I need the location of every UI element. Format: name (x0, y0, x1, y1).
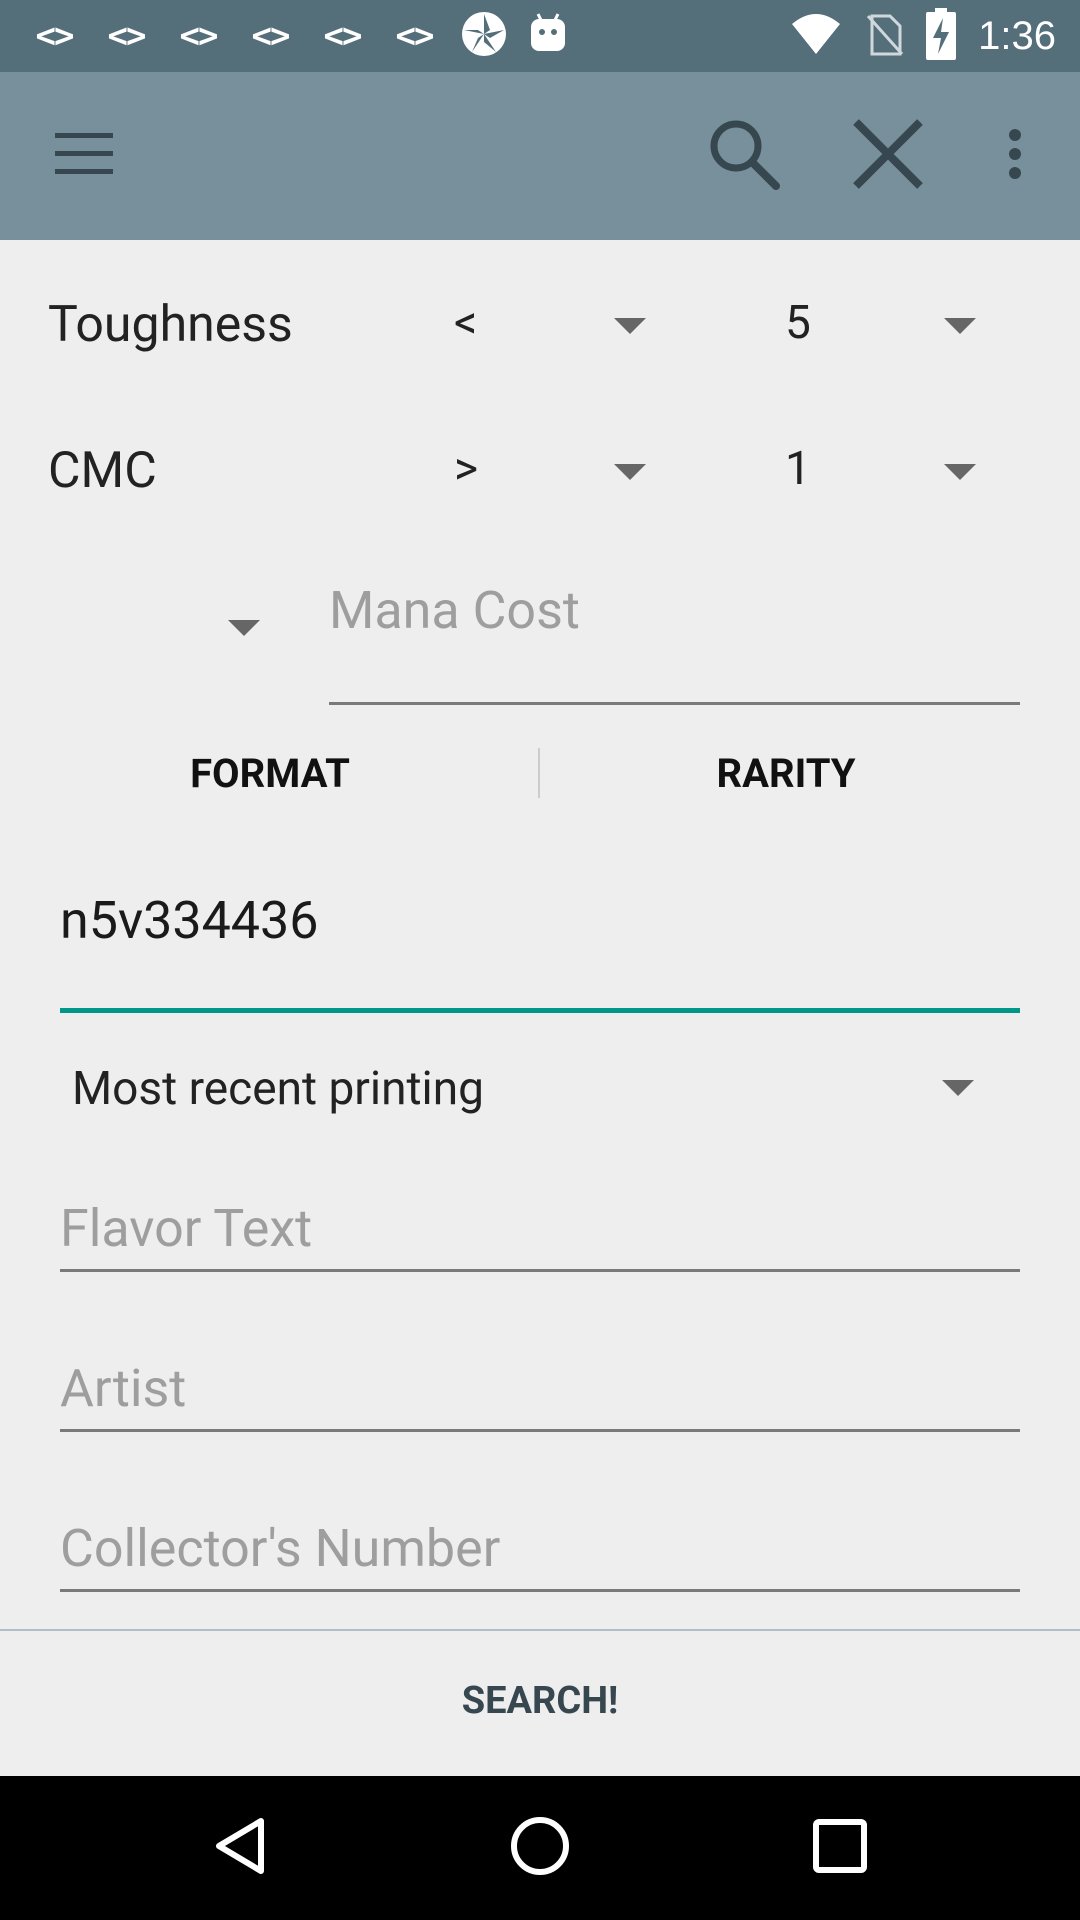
search-submit-button[interactable]: SEARCH! (0, 1679, 1080, 1723)
toughness-value: 5 (785, 296, 811, 350)
cmc-operator-value: > (454, 442, 479, 496)
notification-icons: <> <> <> <> <> <> (28, 12, 568, 60)
clock: 1:36 (978, 13, 1056, 58)
toughness-operator-spinner[interactable]: < (440, 280, 660, 370)
search-icon (706, 116, 782, 196)
input-underline (60, 1008, 1020, 1013)
search-form: Toughness < 5 CMC > 1 Mana Cost FORMAT R… (0, 240, 1080, 1630)
tab-format[interactable]: FORMAT (0, 750, 540, 797)
search-button[interactable] (690, 72, 798, 240)
camera-shutter-icon (460, 10, 508, 62)
dropdown-arrow-icon (944, 464, 976, 480)
mana-cost-operator-spinner[interactable] (140, 570, 280, 660)
android-icon (528, 10, 568, 62)
mana-cost-input[interactable]: Mana Cost (329, 580, 1020, 706)
app-bar (0, 72, 1080, 240)
code-icon: <> (179, 16, 219, 56)
collectors-number-input[interactable]: Collector's Number (60, 1518, 1020, 1618)
collectors-number-placeholder: Collector's Number (60, 1518, 501, 1579)
cmc-label: CMC (48, 442, 157, 500)
toughness-label: Toughness (48, 296, 293, 354)
input-underline (60, 1429, 1020, 1432)
overflow-menu-button[interactable] (980, 72, 1050, 240)
overflow-menu-icon (1008, 129, 1022, 183)
bottom-action-bar: SEARCH! (0, 1631, 1080, 1776)
toughness-operator-value: < (454, 296, 478, 350)
home-icon (510, 1816, 570, 1880)
cmc-operator-spinner[interactable]: > (440, 426, 660, 516)
system-icons: 1:36 (790, 8, 1056, 64)
code-icon: <> (323, 16, 363, 56)
artist-input[interactable]: Artist (60, 1358, 1020, 1484)
printing-spinner[interactable]: Most recent printing (60, 1040, 1000, 1140)
input-underline (329, 702, 1020, 705)
no-sim-icon (864, 10, 904, 62)
printing-selected-value: Most recent printing (72, 1062, 484, 1116)
close-icon (852, 118, 924, 194)
wifi-icon (790, 12, 842, 60)
tab-rarity[interactable]: RARITY (540, 750, 1032, 797)
dropdown-arrow-icon (228, 620, 260, 636)
dropdown-arrow-icon (944, 318, 976, 334)
navigation-bar (0, 1776, 1080, 1920)
clear-button[interactable] (834, 72, 942, 240)
cmc-value-spinner[interactable]: 1 (770, 426, 990, 516)
flavor-text-placeholder: Flavor Text (60, 1198, 313, 1259)
back-button[interactable] (190, 1776, 290, 1920)
recents-button[interactable] (790, 1776, 890, 1920)
set-code-input[interactable]: n5v334436 (60, 890, 1020, 1014)
input-underline (60, 1589, 1020, 1592)
artist-placeholder: Artist (60, 1358, 187, 1419)
battery-charging-icon (926, 8, 957, 64)
input-underline (60, 1269, 1020, 1272)
toughness-value-spinner[interactable]: 5 (770, 280, 990, 370)
recents-icon (813, 1819, 867, 1877)
back-icon (213, 1817, 267, 1879)
dropdown-arrow-icon (614, 464, 646, 480)
dropdown-arrow-icon (614, 318, 646, 334)
menu-icon (55, 133, 113, 179)
home-button[interactable] (490, 1776, 590, 1920)
code-icon: <> (395, 16, 435, 56)
status-bar: <> <> <> <> <> <> 1:36 (0, 0, 1080, 72)
mana-cost-placeholder: Mana Cost (329, 580, 580, 641)
code-icon: <> (35, 16, 75, 56)
menu-button[interactable] (30, 72, 138, 240)
code-icon: <> (107, 16, 147, 56)
set-code-value: n5v334436 (60, 890, 319, 951)
dropdown-arrow-icon (942, 1080, 974, 1096)
code-icon: <> (251, 16, 291, 56)
flavor-text-input[interactable]: Flavor Text (60, 1198, 1020, 1324)
cmc-value: 1 (785, 442, 811, 496)
